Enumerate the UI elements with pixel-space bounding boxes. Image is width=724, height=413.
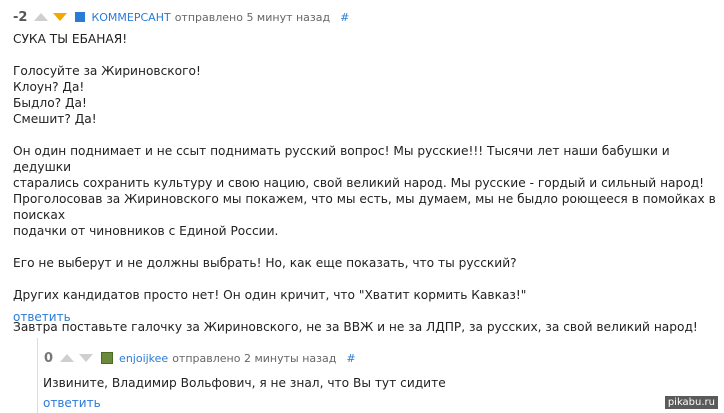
sub-comment-text: Извините, Владимир Вольфович, я не знал,… bbox=[43, 376, 446, 390]
sub-comment-time: отправлено 2 минуты назад bbox=[172, 351, 337, 365]
comment-line: Он один поднимает и не ссыт поднимать ру… bbox=[13, 144, 670, 174]
upvote-icon[interactable] bbox=[34, 13, 49, 21]
comment-line: Его не выберут и не должны выбрать! Но, … bbox=[13, 256, 517, 270]
reply-link[interactable]: ответить bbox=[13, 310, 71, 324]
comment-line: Проголосовав за Жириновского мы покажем,… bbox=[13, 192, 716, 222]
sub-comment-permalink[interactable]: # bbox=[346, 352, 355, 365]
sub-comment-author[interactable]: enjoijkee bbox=[119, 352, 168, 365]
comment-meta: -2 КОММЕРСАНТ отправлено 5 минут назад # bbox=[13, 9, 349, 25]
sub-comment-meta: 0 enjoijkee отправлено 2 минуты назад # bbox=[44, 350, 356, 366]
watermark-logo: pikabu.ru bbox=[664, 396, 718, 409]
comment-line: Смешит? Да! bbox=[13, 112, 97, 126]
downvote-icon[interactable] bbox=[79, 354, 94, 362]
comment-line: Завтра поставьте галочку за Жириновского… bbox=[13, 320, 698, 334]
comment-line: Голосуйте за Жириновского! bbox=[13, 64, 201, 78]
comment-body: СУКА ТЫ ЕБАНАЯ! Голосуйте за Жириновског… bbox=[13, 31, 718, 335]
avatar-icon bbox=[101, 352, 114, 364]
comment-permalink[interactable]: # bbox=[340, 11, 349, 24]
downvote-icon[interactable] bbox=[53, 13, 68, 21]
sub-comment-body: Извините, Владимир Вольфович, я не знал,… bbox=[43, 375, 713, 391]
sub-comment: 0 enjoijkee отправлено 2 минуты назад # … bbox=[37, 338, 724, 413]
comment-line: старались сохранить культуру и свою наци… bbox=[13, 176, 705, 190]
comment-line: СУКА ТЫ ЕБАНАЯ! bbox=[13, 32, 128, 46]
comment-time: отправлено 5 минут назад bbox=[174, 10, 331, 24]
comment-score: -2 bbox=[13, 9, 28, 25]
comment-line: Клоун? Да! bbox=[13, 80, 85, 94]
comment-line: Быдло? Да! bbox=[13, 96, 87, 110]
sub-comment-score: 0 bbox=[44, 350, 54, 366]
upvote-icon[interactable] bbox=[60, 354, 75, 362]
comment-line: подачки от чиновников с Единой России. bbox=[13, 224, 279, 238]
comment-author[interactable]: КОММЕРСАНТ bbox=[91, 11, 170, 24]
comment-line: Других кандидатов просто нет! Он один кр… bbox=[13, 288, 527, 302]
user-badge-icon bbox=[75, 12, 86, 22]
sub-reply-link[interactable]: ответить bbox=[43, 396, 101, 410]
